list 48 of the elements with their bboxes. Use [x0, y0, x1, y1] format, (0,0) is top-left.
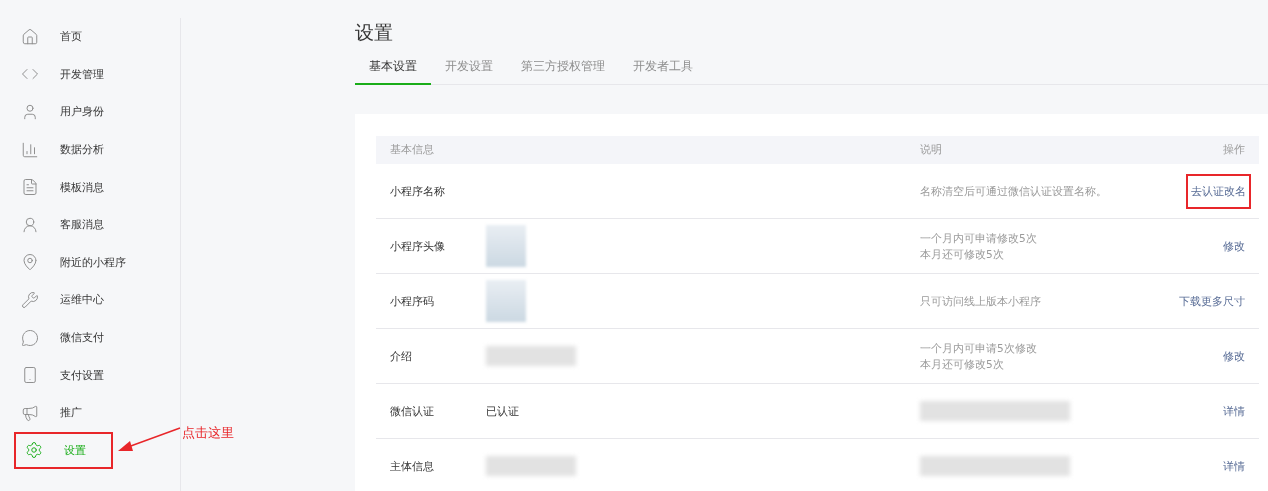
- sidebar-item[interactable]: 用户身份: [10, 93, 175, 131]
- value-text: 已认证: [486, 404, 519, 418]
- action-link[interactable]: 下载更多尺寸: [1179, 293, 1245, 309]
- megaphone-icon: [21, 403, 39, 422]
- user-icon: [21, 215, 39, 234]
- tab[interactable]: 基本设置: [355, 58, 431, 85]
- sidebar-item[interactable]: 支付设置: [10, 356, 175, 394]
- sidebar-item[interactable]: 推广: [10, 393, 175, 432]
- action-link[interactable]: 详情: [1223, 403, 1245, 419]
- row-label: 主体信息: [390, 458, 435, 474]
- phone-icon: [21, 366, 39, 385]
- action-link[interactable]: 详情: [1223, 458, 1245, 474]
- wrench-icon: [21, 290, 39, 309]
- settings-icon: [25, 441, 43, 460]
- user-icon: [21, 103, 39, 121]
- action-link[interactable]: 去认证改名: [1186, 173, 1251, 209]
- description-text: 本月还可修改5次: [920, 357, 1005, 372]
- sidebar-item[interactable]: 微信支付: [10, 318, 175, 357]
- map-pin-icon: [21, 253, 39, 272]
- sidebar-item[interactable]: 附近的小程序: [10, 243, 175, 282]
- description-text: 一个月内可申请5次修改: [920, 341, 1038, 356]
- action-link[interactable]: 修改: [1223, 348, 1245, 364]
- action-link[interactable]: 修改: [1223, 238, 1245, 254]
- sidebar-item[interactable]: 运维中心: [10, 281, 175, 319]
- description-text: 名称清空后可通过微信认证设置名称。: [920, 184, 1108, 199]
- bar-chart-icon: [21, 140, 39, 159]
- annotation-arrow: [118, 427, 181, 451]
- row-label: 微信认证: [390, 403, 435, 419]
- description-text: 一个月内可申请修改5次: [920, 231, 1038, 246]
- description-text: 本月还可修改5次: [920, 247, 1005, 262]
- chat-bubble-icon: [21, 328, 39, 347]
- sidebar-item[interactable]: 模板消息: [10, 168, 175, 206]
- annotation-text: 点击这里: [182, 424, 234, 442]
- sidebar-item[interactable]: 客服消息: [10, 205, 175, 244]
- sidebar-item[interactable]: 开发管理: [10, 55, 175, 94]
- row-label: 小程序头像: [390, 238, 446, 254]
- row-label: 介绍: [390, 348, 413, 364]
- column-header: 说明: [920, 143, 943, 157]
- document-icon: [21, 178, 39, 197]
- sidebar-item[interactable]: 首页: [10, 18, 175, 56]
- description-text: 只可访问线上版本小程序: [920, 294, 1042, 309]
- column-header: 操作: [1222, 143, 1245, 157]
- column-header: 基本信息: [390, 143, 435, 157]
- row-label: 小程序名称: [390, 183, 446, 199]
- sidebar-item[interactable]: 数据分析: [10, 130, 175, 169]
- row-label: 小程序码: [390, 293, 435, 309]
- home-icon: [21, 27, 39, 46]
- page-title: 设置: [355, 20, 394, 45]
